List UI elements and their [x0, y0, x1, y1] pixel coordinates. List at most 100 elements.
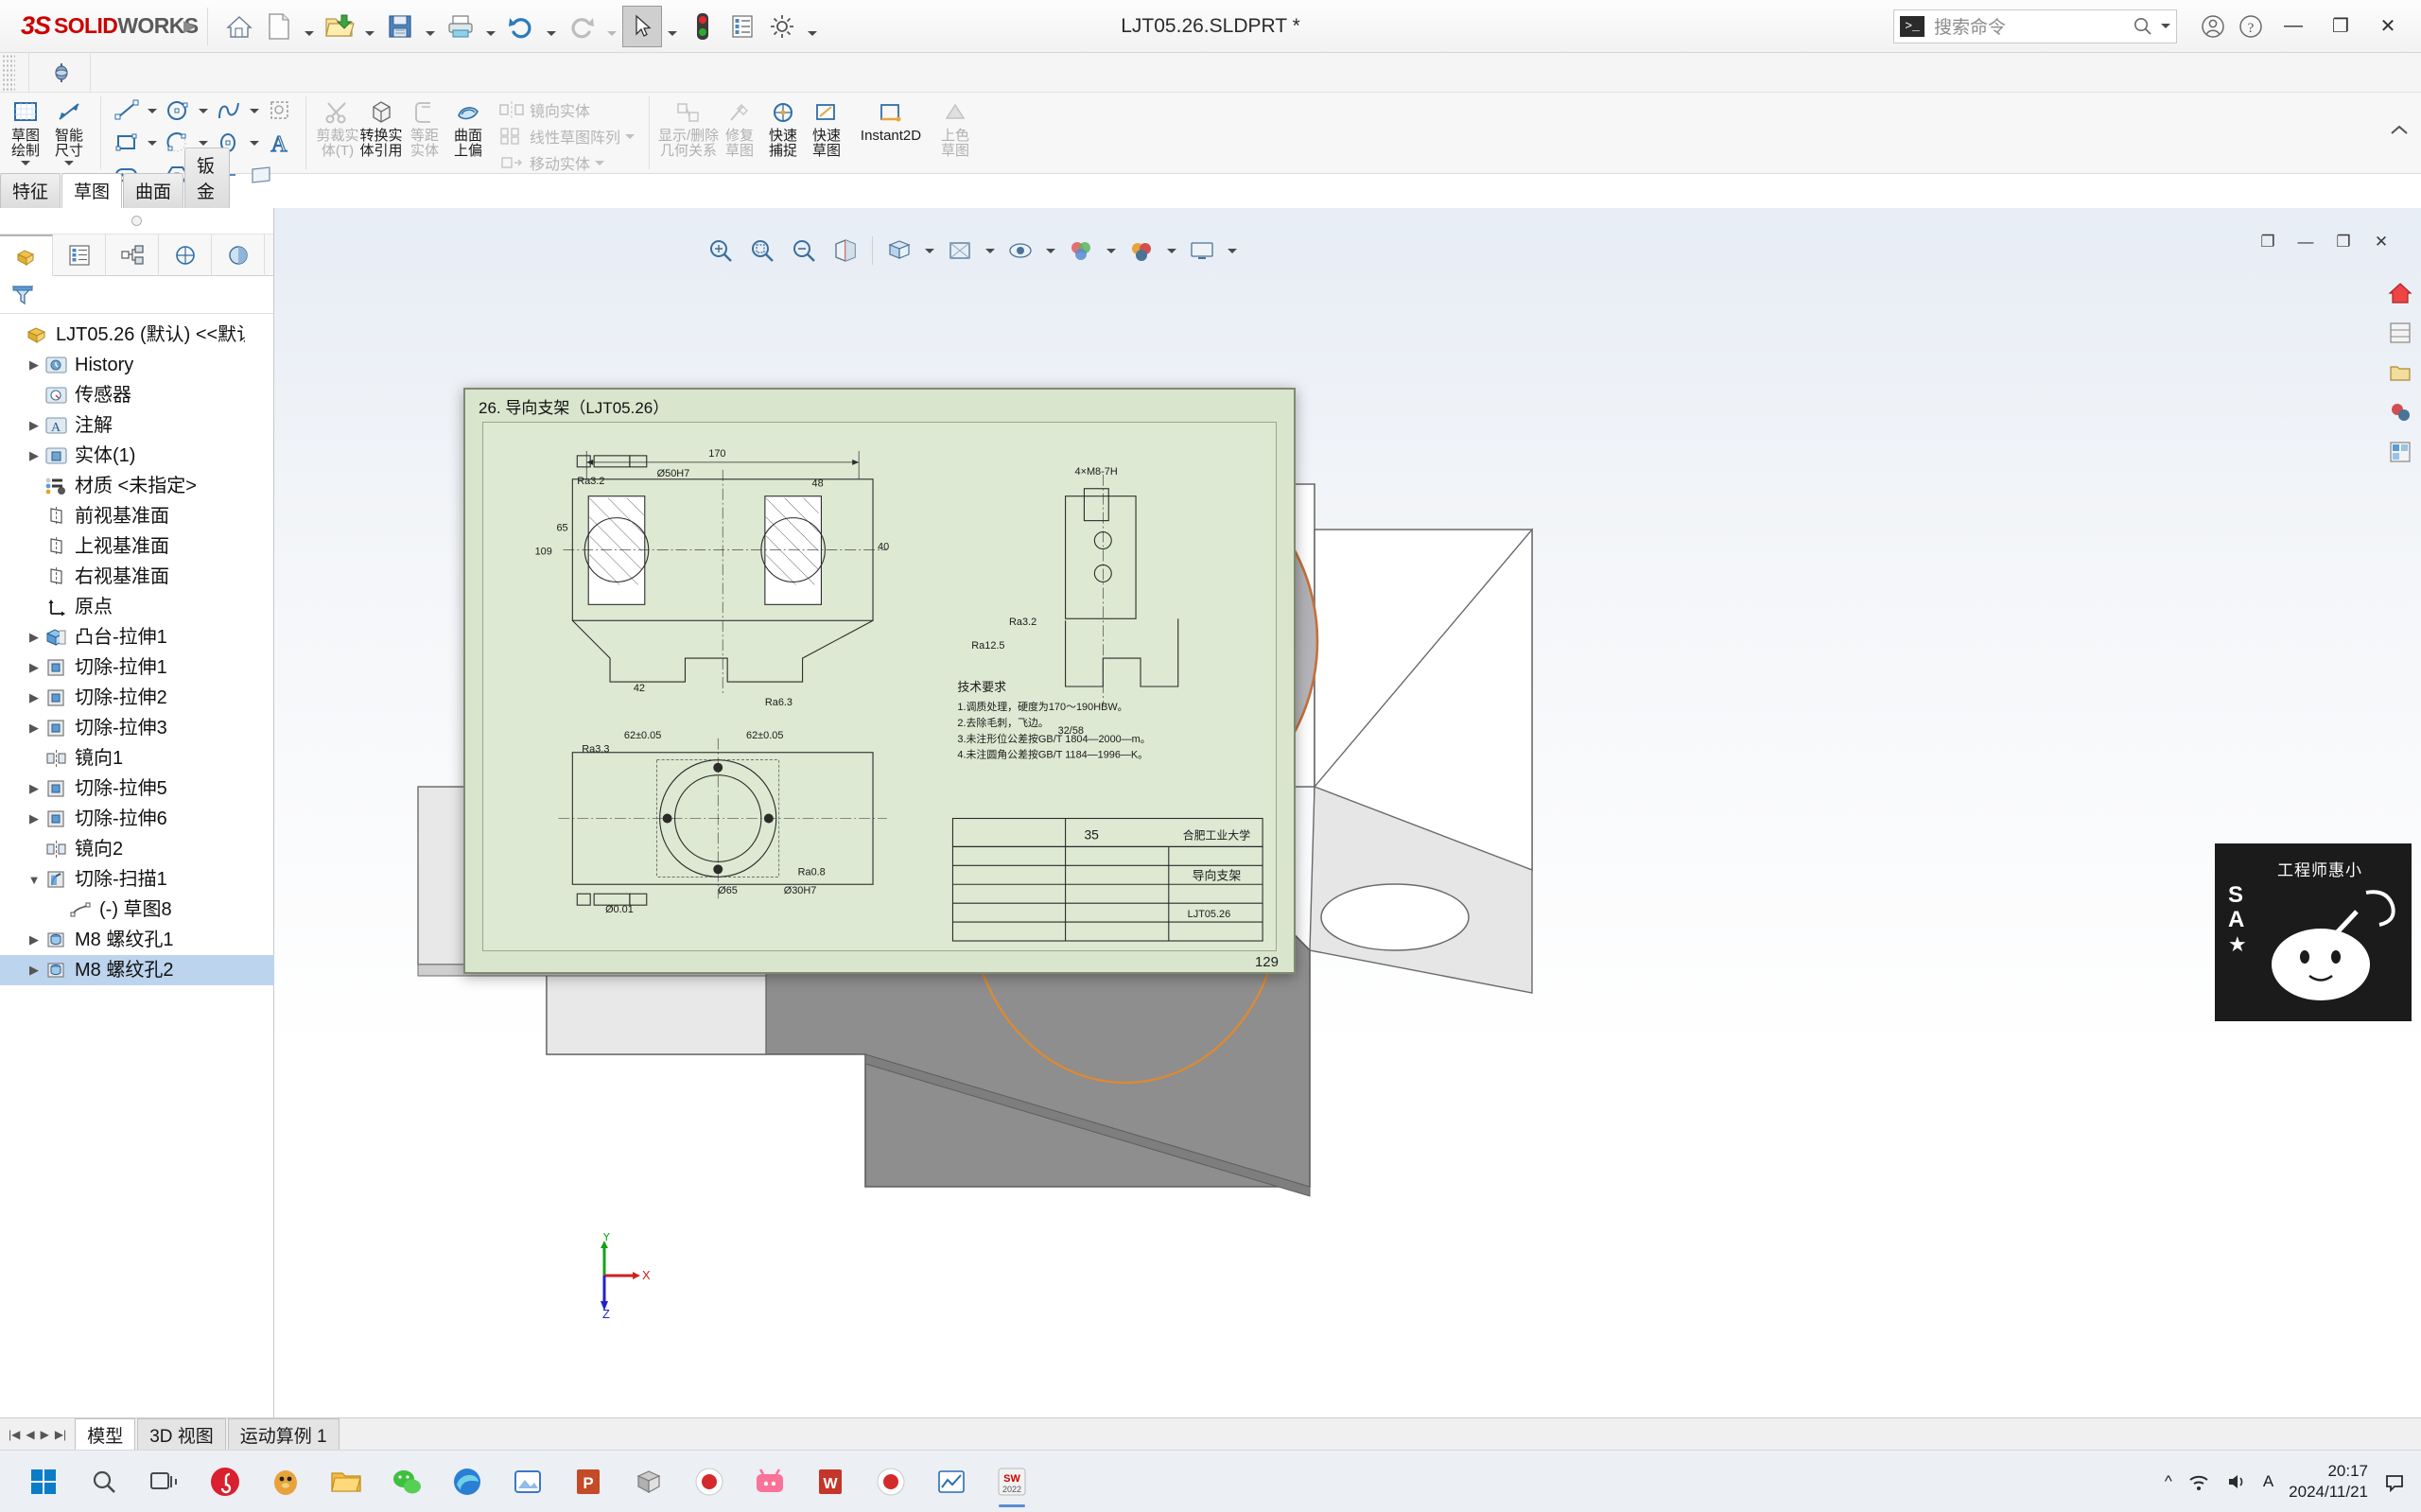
netease-music-button[interactable]: [195, 1453, 255, 1510]
m8-hole-2-expander[interactable]: ▶: [25, 963, 44, 978]
close-window-button[interactable]: ✕: [2364, 3, 2412, 50]
smart-dimension-dropdown-caret[interactable]: [64, 161, 74, 165]
options-list-button[interactable]: [723, 6, 762, 47]
feature-manager-tab[interactable]: [0, 234, 53, 276]
volume-icon[interactable]: [2225, 1471, 2248, 1492]
tree-node-root[interactable]: LJT05.26 (默认) <<默认>_显示状态 1>: [0, 320, 273, 350]
display-manager-tab[interactable]: [212, 234, 265, 276]
circle-dropdown-caret[interactable]: [199, 108, 208, 113]
history-expander[interactable]: ▶: [25, 357, 44, 373]
print-button[interactable]: [441, 6, 480, 47]
select-dropdown[interactable]: [662, 6, 683, 47]
spline-icon[interactable]: [213, 95, 245, 127]
open-dropdown[interactable]: [359, 6, 380, 47]
powerpoint-button[interactable]: P: [558, 1453, 618, 1510]
tree-node-cut-sweep-1[interactable]: ▼ 切除-扫描1: [0, 864, 273, 895]
tree-node-annotations[interactable]: ▶ A 注解: [0, 410, 273, 441]
edge-browser-button[interactable]: [437, 1453, 497, 1510]
open-button[interactable]: [320, 6, 359, 47]
linear-sketch-pattern-item[interactable]: 线性草图阵列: [497, 123, 639, 149]
select-button[interactable]: [622, 5, 663, 47]
tree-node-cut-extrude-2[interactable]: ▶ 切除-拉伸2: [0, 683, 273, 713]
tab-sheetmetal[interactable]: 钣金: [184, 148, 231, 208]
tree-node-top-plane[interactable]: 上视基准面: [0, 531, 273, 562]
help-button[interactable]: ?: [2232, 8, 2270, 45]
record-button-2[interactable]: [861, 1453, 921, 1510]
chart-app-button[interactable]: [921, 1453, 982, 1510]
cut-extrude-6-expander[interactable]: ▶: [25, 811, 44, 826]
arc-dropdown-caret[interactable]: [199, 140, 208, 146]
notification-icon[interactable]: [2383, 1471, 2406, 1492]
quick-snaps-button[interactable]: 快速 捕捉: [761, 95, 805, 159]
qq-button[interactable]: [255, 1453, 316, 1510]
record-button-1[interactable]: [679, 1453, 740, 1510]
tab-last-arrow[interactable]: ▶|: [52, 1428, 69, 1441]
undo-dropdown[interactable]: [541, 6, 562, 47]
linear-pattern-dropdown-caret[interactable]: [625, 133, 636, 139]
tab-first-arrow[interactable]: |◀: [6, 1428, 23, 1441]
task-view-button[interactable]: [134, 1453, 195, 1510]
photos-button[interactable]: [497, 1453, 558, 1510]
save-dropdown[interactable]: [420, 6, 441, 47]
cut-extrude-5-expander[interactable]: ▶: [25, 781, 44, 796]
network-icon[interactable]: [2187, 1471, 2210, 1492]
sketch-dropdown-caret[interactable]: [21, 161, 30, 165]
wps-writer-button[interactable]: W: [800, 1453, 861, 1510]
redo-dropdown[interactable]: [601, 6, 622, 47]
move-entities-dropdown-caret[interactable]: [595, 160, 605, 165]
cut-sweep-1-expander[interactable]: ▼: [25, 873, 44, 887]
taskbar-search-button[interactable]: [74, 1453, 134, 1510]
convert-entities-button[interactable]: 转换实 体引用: [359, 95, 403, 159]
panel-resize-handle[interactable]: [0, 208, 273, 235]
configuration-manager-tab[interactable]: [106, 234, 159, 276]
cut-extrude-1-expander[interactable]: ▶: [25, 660, 44, 675]
restore-window-button[interactable]: ❐: [2317, 3, 2364, 50]
instant2d-button[interactable]: Instant2D: [848, 95, 933, 144]
tree-node-cut-extrude-6[interactable]: ▶ 切除-拉伸6: [0, 804, 273, 834]
new-document-dropdown[interactable]: [299, 6, 320, 47]
ribbon-collapse-button[interactable]: [2389, 123, 2421, 143]
options-button[interactable]: [762, 6, 802, 47]
tree-node-boss-extrude-1[interactable]: ▶ 凸台-拉伸1: [0, 622, 273, 652]
tab-surfaces[interactable]: 曲面: [123, 173, 184, 208]
cut-extrude-2-expander[interactable]: ▶: [25, 690, 44, 705]
solidworks-taskbar-button[interactable]: SW 2022: [982, 1453, 1042, 1510]
shaded-sketch-contour-button[interactable]: 上色 草图: [933, 95, 977, 159]
repair-sketch-button[interactable]: 修复 草图: [718, 95, 761, 159]
graphics-area[interactable]: ❐ — ❐ ✕ Y X Z 26. 导向支架（LJT05.26） 170 Ø50…: [274, 208, 2421, 1417]
circle-icon[interactable]: [162, 95, 194, 127]
mirror-entities-item[interactable]: 镜向实体: [497, 96, 639, 123]
clock[interactable]: 20:17 2024/11/21: [2289, 1461, 2368, 1503]
search-input[interactable]: 搜索命令: [1925, 13, 2133, 39]
reference-drawing-popup[interactable]: 26. 导向支架（LJT05.26） 170 Ø50H7 48 42 109 6…: [463, 388, 1296, 974]
search-icon[interactable]: [2133, 16, 2153, 37]
property-manager-tab[interactable]: [53, 234, 106, 276]
save-button[interactable]: [380, 6, 420, 47]
tree-node-mirror-2[interactable]: 镜向2: [0, 834, 273, 864]
tree-node-origin[interactable]: 原点: [0, 592, 273, 622]
start-button[interactable]: [13, 1453, 74, 1510]
doc-tab-motion-study[interactable]: 运动算例 1: [227, 1417, 340, 1451]
feature-filter-bar[interactable]: [0, 276, 273, 314]
cut-extrude-3-expander[interactable]: ▶: [25, 721, 44, 736]
model-viewer-button[interactable]: [618, 1453, 679, 1510]
tree-node-m8-hole-2[interactable]: ▶ M8 螺纹孔2: [0, 955, 274, 985]
rebuild-button[interactable]: [683, 6, 723, 47]
ellipse-dropdown-caret[interactable]: [250, 140, 259, 146]
trim-entities-button[interactable]: 剪裁实 体(T): [316, 95, 359, 159]
menu-expand-arrow-icon[interactable]: ▶: [183, 17, 196, 36]
tree-node-sketch8[interactable]: (-) 草图8: [0, 895, 273, 925]
tab-next-arrow[interactable]: ▶: [38, 1428, 52, 1441]
ribbon-grip[interactable]: [2, 53, 15, 92]
tree-node-cut-extrude-3[interactable]: ▶ 切除-拉伸3: [0, 713, 273, 743]
tree-node-solid-bodies[interactable]: ▶ 实体(1): [0, 441, 273, 471]
doc-tab-3dviews[interactable]: 3D 视图: [137, 1417, 226, 1451]
new-document-button[interactable]: [259, 6, 299, 47]
m8-hole-1-expander[interactable]: ▶: [25, 932, 44, 947]
doc-tab-model[interactable]: 模型: [75, 1417, 136, 1451]
options-dropdown[interactable]: [802, 6, 823, 47]
spline-dropdown-caret[interactable]: [250, 108, 259, 113]
tree-node-history[interactable]: ▶ History: [0, 350, 273, 380]
rectangle-icon[interactable]: [111, 127, 143, 159]
tree-node-cut-extrude-5[interactable]: ▶ 切除-拉伸5: [0, 773, 273, 804]
